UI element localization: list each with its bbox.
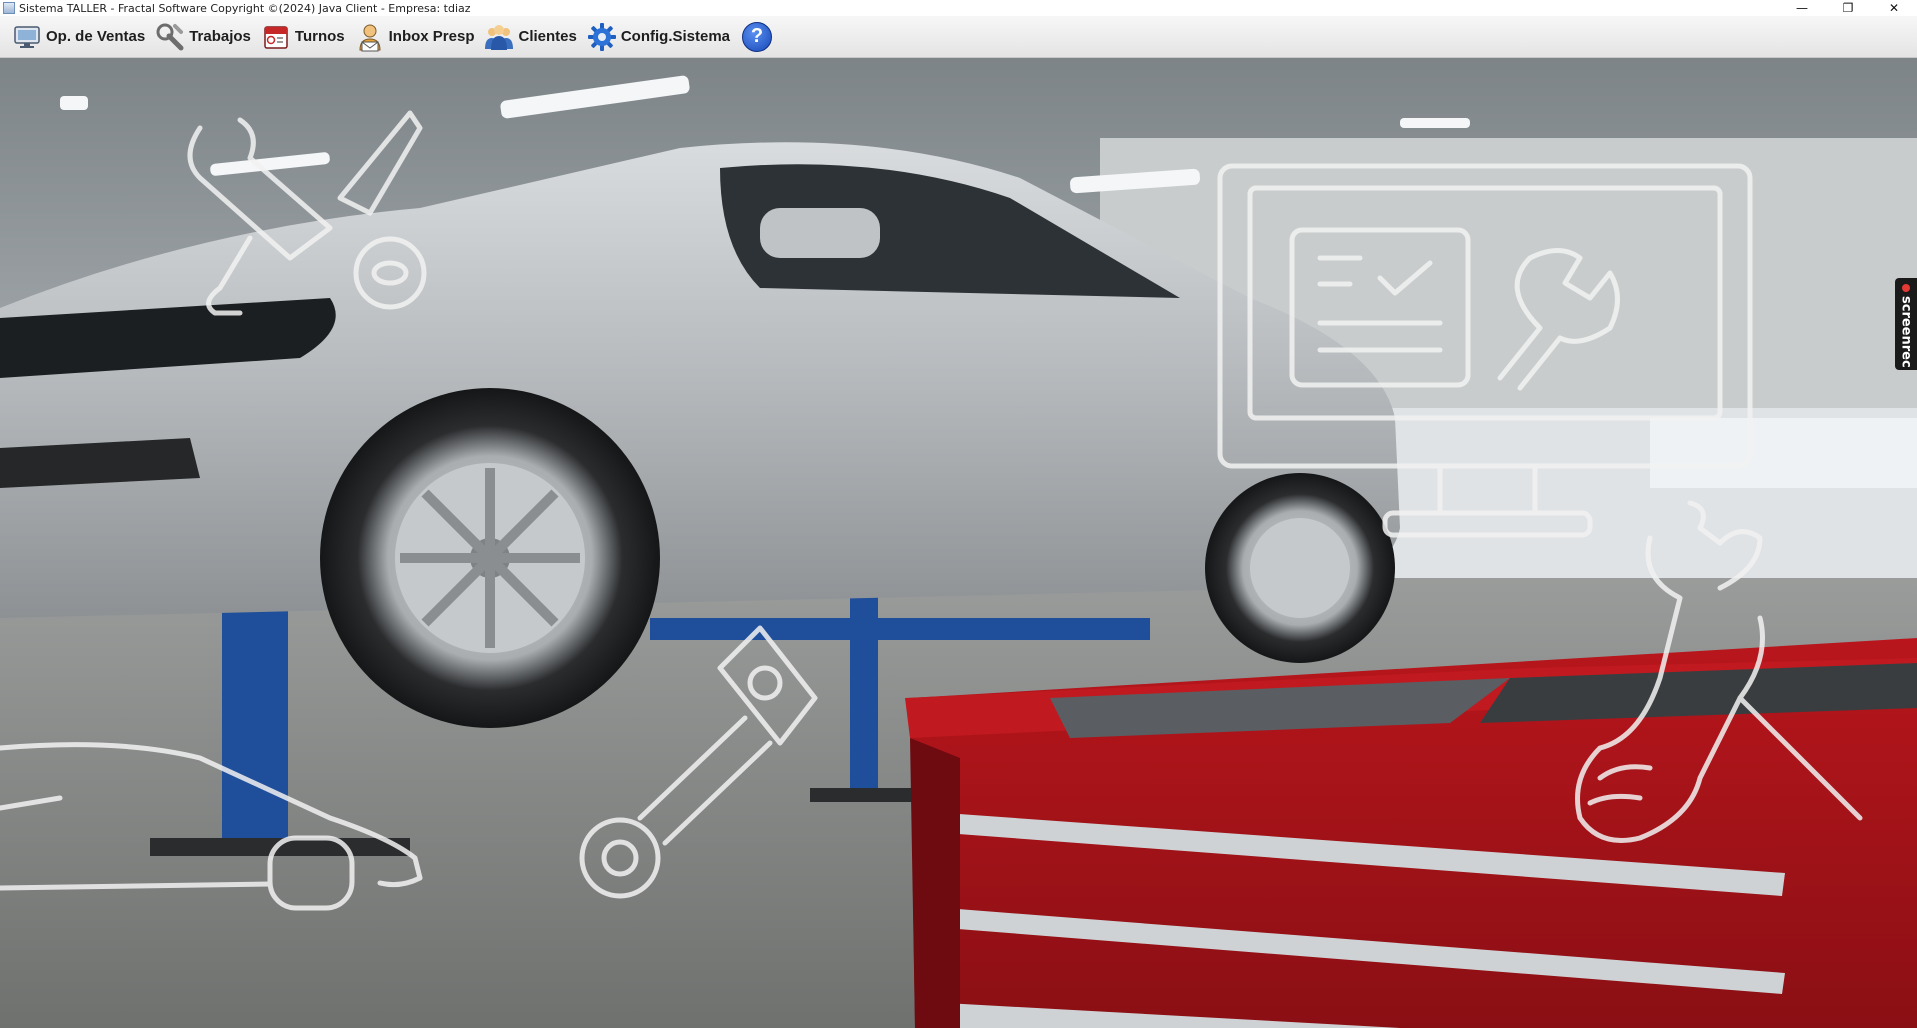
menu-trabajos[interactable]: Trabajos [151,20,255,54]
menu-op-ventas-label: Op. de Ventas [46,28,146,45]
help-icon[interactable]: ? [742,21,773,52]
menu-trabajos-label: Trabajos [189,28,251,45]
clients-icon [484,22,514,52]
inbox-user-icon [355,22,385,52]
menu-clientes-label: Clientes [518,28,577,45]
menu-inbox-presp[interactable]: Inbox Presp [351,20,479,54]
menu-clientes[interactable]: Clientes [480,20,580,54]
screenrec-label: screenrec [1898,296,1914,368]
menu-turnos-label: Turnos [294,28,345,45]
background-workshop-image [0,58,1917,1028]
main-menu-bar: Op. de Ventas Trabajos Turnos Inbox Pres… [0,16,1917,58]
wrench-icon [155,22,185,52]
calendar-icon [261,22,291,52]
restore-button[interactable]: ❐ [1825,0,1871,16]
window-title: Sistema TALLER - Fractal Software Copyri… [19,1,471,15]
window-controls: — ❐ ✕ [1779,0,1917,16]
record-dot-icon [1902,284,1910,292]
screenrec-badge[interactable]: screenrec [1895,278,1917,370]
app-window: Sistema TALLER - Fractal Software Copyri… [0,0,1917,1028]
menu-config-sistema-label: Config.Sistema [620,28,731,45]
close-button[interactable]: ✕ [1871,0,1917,16]
sales-monitor-icon [12,22,42,52]
menu-config-sistema[interactable]: Config.Sistema [583,20,734,54]
minimize-button[interactable]: — [1779,0,1825,16]
menu-inbox-presp-label: Inbox Presp [388,28,475,45]
gear-icon [587,22,617,52]
title-bar: Sistema TALLER - Fractal Software Copyri… [0,0,1917,16]
menu-op-ventas[interactable]: Op. de Ventas [8,20,149,54]
java-app-icon [3,2,15,14]
menu-turnos[interactable]: Turnos [257,20,349,54]
